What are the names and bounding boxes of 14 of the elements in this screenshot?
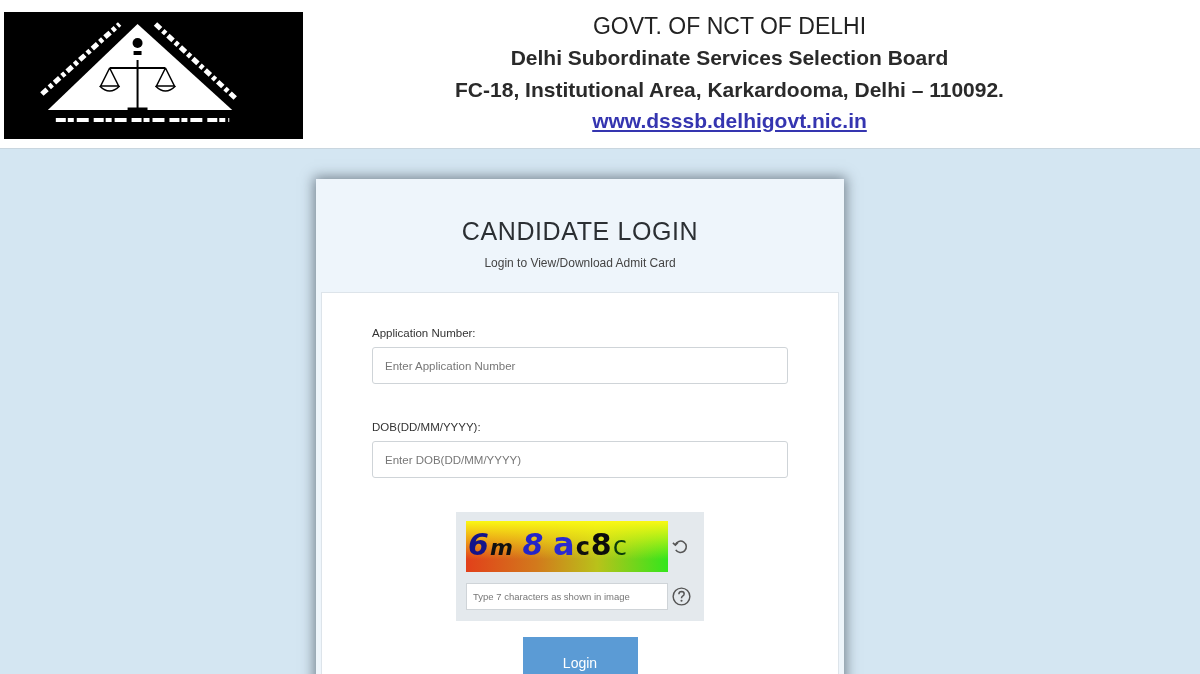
refresh-icon[interactable] — [671, 537, 690, 556]
captcha-input[interactable]: Type 7 characters as shown in image — [466, 583, 668, 610]
header-title: FC-18, Institutional Area, Karkardooma, Delhi – 110092. — [455, 77, 1004, 103]
website-link[interactable]: www.dsssb.delhigovt.nic.in — [592, 106, 867, 138]
header-title: Delhi Subordinate Services Selection Board — [510, 45, 949, 71]
help-icon[interactable] — [672, 587, 691, 606]
field-label: Application Number: — [372, 326, 476, 341]
field-label: DOB(DD/MM/YYYY): — [372, 420, 481, 435]
login-subtitle: Login to View/Download Admit Card — [483, 255, 677, 271]
captcha-text: 6m 8 ac8c — [467, 526, 629, 565]
login-title: CANDIDATE LOGIN — [460, 216, 700, 247]
header-title: GOVT. OF NCT OF DELHI — [592, 12, 866, 41]
input-field[interactable]: Enter Application Number — [372, 347, 788, 384]
input-field[interactable]: Enter DOB(DD/MM/YYYY) — [372, 441, 788, 478]
